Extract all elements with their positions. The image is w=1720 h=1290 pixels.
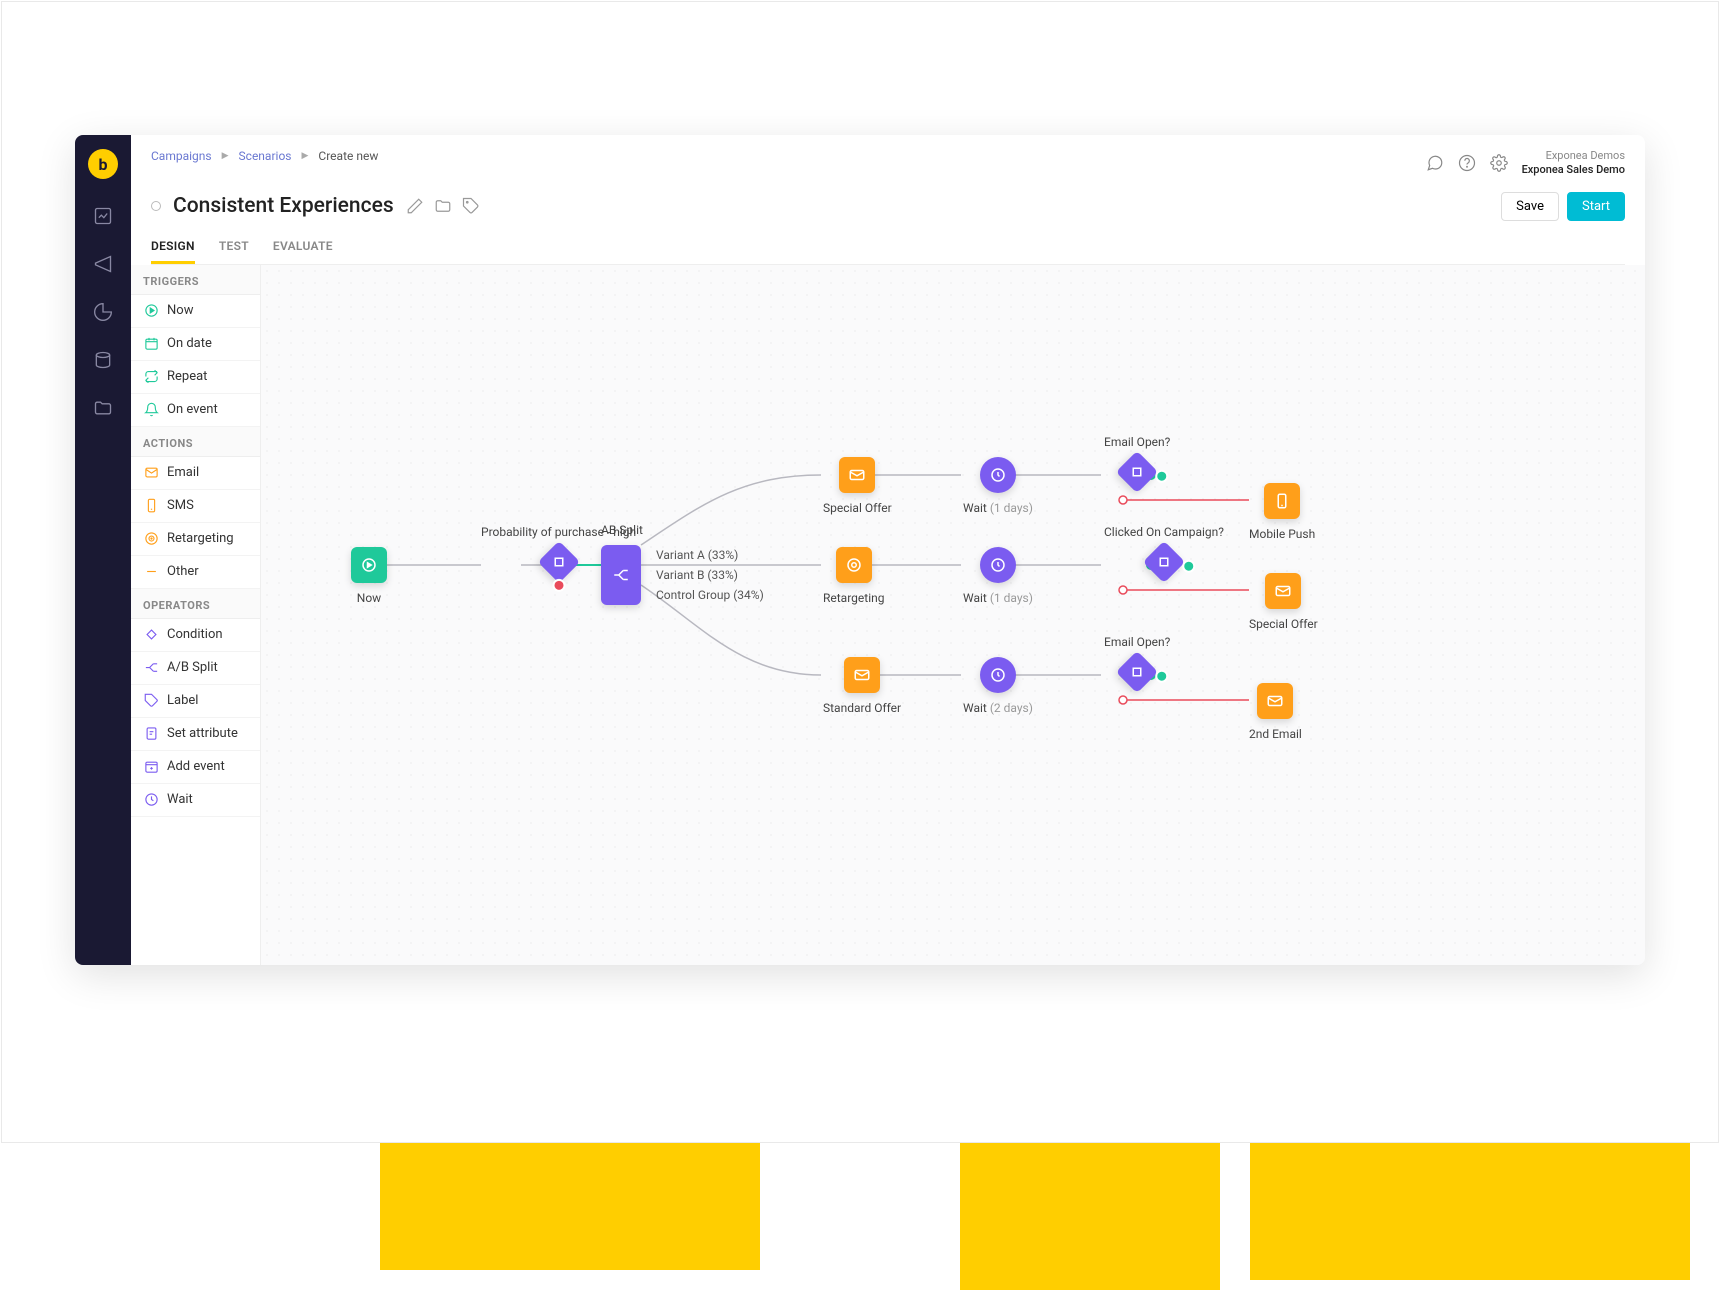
nav-campaigns-icon[interactable] [92, 253, 114, 275]
node-retargeting[interactable]: Retargeting [823, 547, 884, 605]
chevron-right-icon: ▶ [301, 151, 308, 161]
breadcrumb-scenarios[interactable]: Scenarios [239, 149, 292, 163]
variant-a: Variant A (33%) [656, 545, 764, 565]
node-standard-offer[interactable]: Standard Offer [823, 657, 901, 715]
palette-email[interactable]: Email [131, 457, 260, 490]
node-special-offer[interactable]: Special Offer [823, 457, 892, 515]
left-nav: b [75, 135, 131, 965]
node-wait-1b[interactable]: Wait (1 days) [963, 547, 1033, 605]
split-variants: Variant A (33%) Variant B (33%) Control … [656, 545, 764, 605]
node-label: Standard Offer [823, 701, 901, 715]
save-button[interactable]: Save [1501, 192, 1559, 221]
nav-data-icon[interactable] [92, 349, 114, 371]
palette-ab-split[interactable]: A/B Split [131, 652, 260, 685]
chat-icon[interactable] [1426, 154, 1444, 172]
error-badge-icon [552, 578, 565, 591]
page-title: Consistent Experiences [173, 194, 394, 218]
node-now[interactable]: Now [351, 547, 387, 605]
node-email-open-2[interactable]: Email Open? [1104, 635, 1170, 687]
folder-icon[interactable] [434, 197, 452, 215]
node-wait-2[interactable]: Wait (2 days) [963, 657, 1033, 715]
node-label: Wait (2 days) [963, 701, 1033, 715]
node-palette: TRIGGERS Now On date Repeat On event ACT… [131, 265, 261, 965]
ok-badge-icon [1182, 559, 1195, 572]
account-workspace: Exponea Sales Demo [1522, 163, 1625, 177]
nav-analytics-icon[interactable] [92, 301, 114, 323]
palette-other[interactable]: Other [131, 556, 260, 589]
tab-test[interactable]: TEST [219, 239, 249, 264]
palette-now[interactable]: Now [131, 295, 260, 328]
edges-layer [261, 265, 1645, 965]
help-icon[interactable] [1458, 154, 1476, 172]
palette-condition[interactable]: Condition [131, 619, 260, 652]
palette-sms[interactable]: SMS [131, 490, 260, 523]
main-area: Campaigns ▶ Scenarios ▶ Create new Expon… [131, 135, 1645, 965]
account-org: Exponea Demos [1522, 149, 1625, 163]
node-label: Special Offer [823, 501, 892, 515]
palette-head-operators: OPERATORS [131, 589, 260, 619]
variant-b: Variant B (33%) [656, 565, 764, 585]
palette-repeat[interactable]: Repeat [131, 361, 260, 394]
node-label: AB Split [601, 523, 643, 537]
node-label: Special Offer [1249, 617, 1318, 631]
gear-icon[interactable] [1490, 154, 1508, 172]
tab-design[interactable]: DESIGN [151, 239, 195, 264]
palette-retargeting[interactable]: Retargeting [131, 523, 260, 556]
node-label: Wait (1 days) [963, 591, 1033, 605]
breadcrumb: Campaigns ▶ Scenarios ▶ Create new [151, 149, 378, 163]
node-mobile-push[interactable]: Mobile Push [1249, 483, 1315, 541]
palette-on-date[interactable]: On date [131, 328, 260, 361]
node-label: 2nd Email [1249, 727, 1302, 741]
tag-icon[interactable] [462, 197, 480, 215]
palette-label[interactable]: Label [131, 685, 260, 718]
node-label: Clicked On Campaign? [1104, 525, 1224, 539]
node-label: Retargeting [823, 591, 884, 605]
node-label: Mobile Push [1249, 527, 1315, 541]
palette-set-attribute[interactable]: Set attribute [131, 718, 260, 751]
palette-head-actions: ACTIONS [131, 427, 260, 457]
palette-on-event[interactable]: On event [131, 394, 260, 427]
node-special-offer-2[interactable]: Special Offer [1249, 573, 1318, 631]
nav-files-icon[interactable] [92, 397, 114, 419]
palette-add-event[interactable]: Add event [131, 751, 260, 784]
breadcrumb-current: Create new [318, 149, 378, 163]
tab-evaluate[interactable]: EVALUATE [273, 239, 333, 264]
topbar: Campaigns ▶ Scenarios ▶ Create new Expon… [131, 135, 1645, 265]
ok-badge-icon [1155, 669, 1168, 682]
breadcrumb-campaigns[interactable]: Campaigns [151, 149, 212, 163]
start-button[interactable]: Start [1567, 192, 1625, 221]
canvas[interactable]: Now Probability of purchase - high AB Sp… [261, 265, 1645, 965]
tabs: DESIGN TEST EVALUATE [151, 239, 1625, 265]
node-wait-1a[interactable]: Wait (1 days) [963, 457, 1033, 515]
edit-icon[interactable] [406, 197, 424, 215]
node-label: Email Open? [1104, 635, 1170, 649]
nav-dashboard-icon[interactable] [92, 205, 114, 227]
node-label: Now [357, 591, 381, 605]
node-ab-split[interactable]: AB Split [601, 523, 643, 605]
node-clicked-campaign[interactable]: Clicked On Campaign? [1104, 525, 1224, 577]
variant-c: Control Group (34%) [656, 585, 764, 605]
node-label: Email Open? [1104, 435, 1170, 449]
account-switcher[interactable]: Exponea Demos Exponea Sales Demo [1522, 149, 1625, 178]
palette-wait[interactable]: Wait [131, 784, 260, 817]
palette-head-triggers: TRIGGERS [131, 265, 260, 295]
node-label: Wait (1 days) [963, 501, 1033, 515]
ok-badge-icon [1155, 469, 1168, 482]
status-indicator [151, 201, 161, 211]
brand-logo[interactable]: b [88, 149, 118, 179]
node-email-open-1[interactable]: Email Open? [1104, 435, 1170, 487]
node-second-email[interactable]: 2nd Email [1249, 683, 1302, 741]
app-window: b Campaigns ▶ Scenarios ▶ Create new [75, 135, 1645, 965]
chevron-right-icon: ▶ [222, 151, 229, 161]
